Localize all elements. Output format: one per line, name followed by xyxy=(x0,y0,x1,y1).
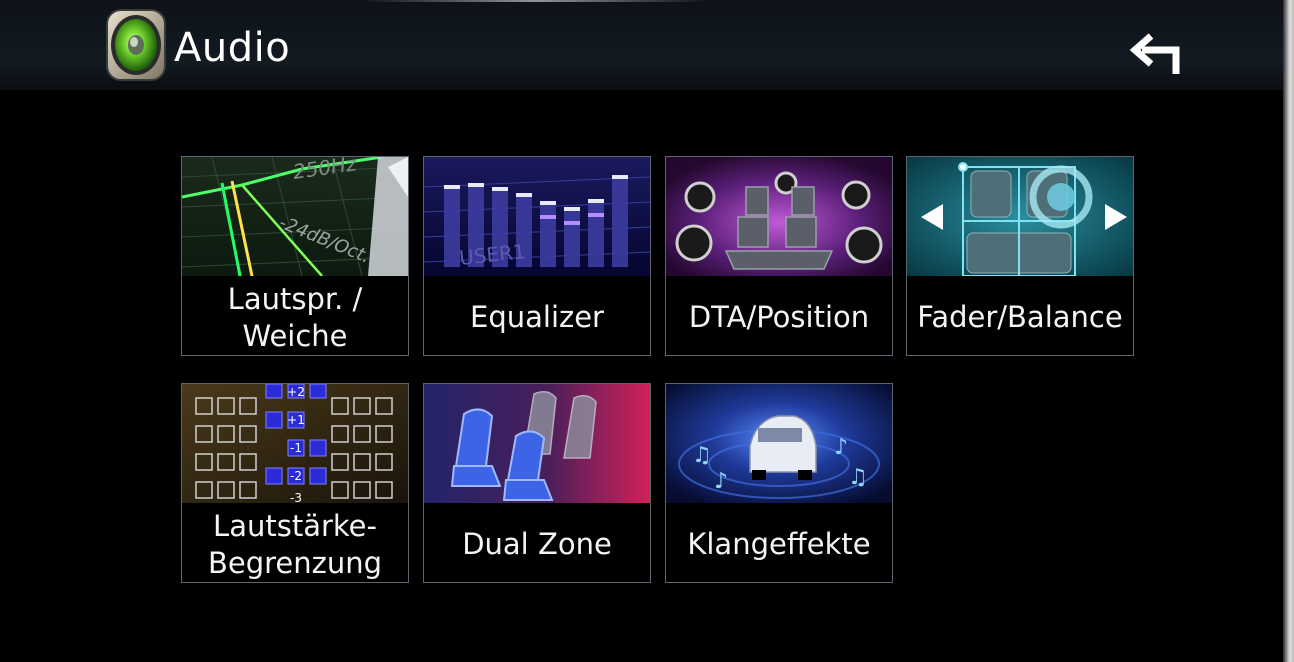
offset-value-label: -3 xyxy=(290,491,302,503)
offset-value-label: -2 xyxy=(290,469,302,483)
tile-label: Fader/Balance xyxy=(917,300,1123,334)
equalizer-bars-thumbnail: USER1 xyxy=(424,157,650,276)
svg-text:♫: ♫ xyxy=(848,465,868,490)
tile-sound-effects[interactable]: ♫ ♪ ♪ ♫ Klangeffekte xyxy=(665,383,893,583)
offset-value-label: +2 xyxy=(287,385,305,399)
tile-label: Klangeffekte xyxy=(687,527,871,561)
tile-volume-offset[interactable]: +2 +1 -1 -2 -3 Lautstärke- Begrenzung xyxy=(181,383,409,583)
dual-zone-seats-thumbnail xyxy=(424,384,650,503)
fader-balance-thumbnail xyxy=(907,157,1133,276)
volume-offset-grid-thumbnail: +2 +1 -1 -2 -3 xyxy=(182,384,408,503)
tile-dual-zone[interactable]: Dual Zone xyxy=(423,383,651,583)
speaker-position-thumbnail xyxy=(666,157,892,276)
sound-effects-car-thumbnail: ♫♪ ♪♫ xyxy=(666,384,892,503)
tile-equalizer[interactable]: USER1 Equalizer xyxy=(423,156,651,356)
crossover-graph-thumbnail: 250Hz -24dB/Oct. xyxy=(182,157,408,276)
tile-fader-balance[interactable]: Fader/Balance xyxy=(906,156,1134,356)
return-arrow-icon[interactable] xyxy=(1124,26,1188,86)
page-title: Audio xyxy=(174,25,291,71)
tile-dta-position[interactable]: DTA/Position xyxy=(665,156,893,356)
offset-value-label: +1 xyxy=(287,413,305,427)
offset-value-label: -1 xyxy=(290,441,302,455)
tile-label: Equalizer xyxy=(470,300,604,334)
tile-label: Dual Zone xyxy=(462,527,612,561)
tile-label: Lautstärke- Begrenzung xyxy=(207,508,383,580)
svg-text:♪: ♪ xyxy=(714,469,728,494)
tile-label: DTA/Position xyxy=(688,300,870,334)
svg-text:♫: ♫ xyxy=(692,443,712,468)
tile-label: Lautspr. / Weiche xyxy=(227,281,363,353)
tile-speaker-crossover[interactable]: 250Hz -24dB/Oct. Lautspr. / Weiche xyxy=(181,156,409,356)
speaker-icon xyxy=(106,9,166,81)
screen-bezel-edge xyxy=(1283,0,1294,662)
svg-text:♪: ♪ xyxy=(834,435,848,460)
header-highlight xyxy=(360,0,710,2)
